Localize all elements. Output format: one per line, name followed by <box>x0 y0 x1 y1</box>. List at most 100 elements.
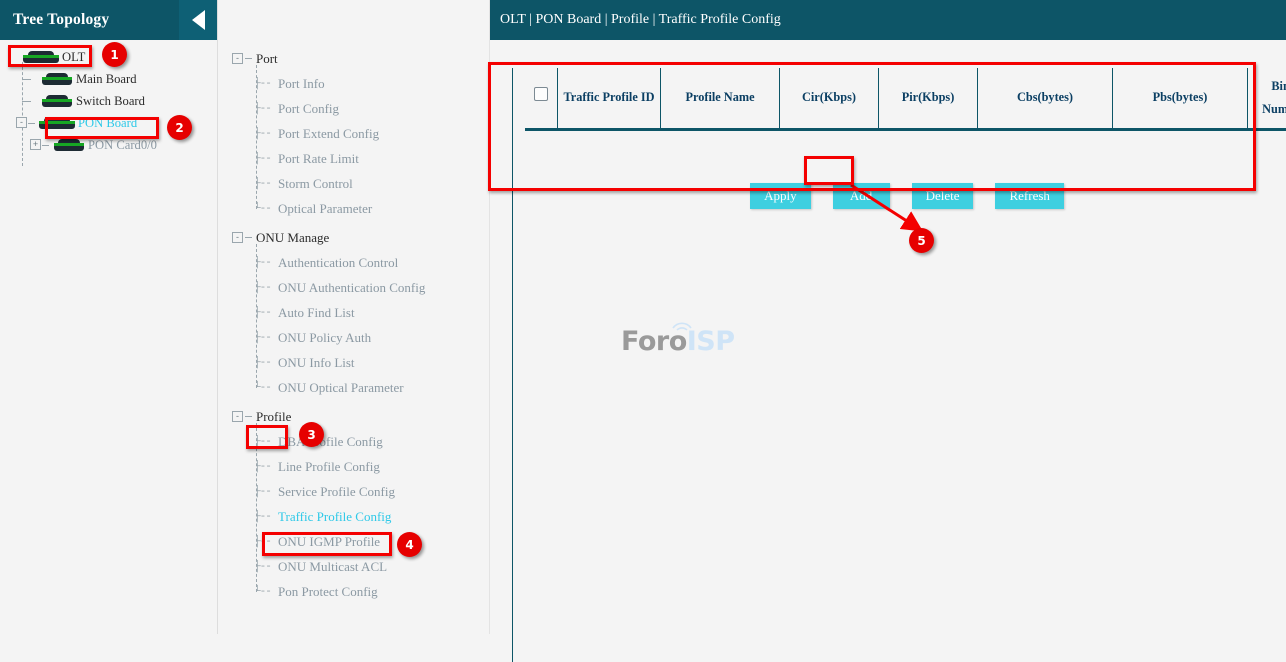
add-button[interactable]: Add <box>833 183 890 209</box>
tree-topology-body: OLT Main Board Switch Board - PON Board <box>0 40 217 156</box>
menu-item-service-profile-config[interactable]: ├--Service Profile Config <box>218 479 489 504</box>
antenna-icon <box>669 317 695 331</box>
menu-item-label: Port Extend Config <box>256 126 379 142</box>
menu-item-port-extend-config[interactable]: ├--Port Extend Config <box>218 121 489 146</box>
menu-connector <box>245 416 252 417</box>
menu-item-pon-protect-config[interactable]: └--Pon Protect Config <box>218 579 489 604</box>
navigation-menu-panel: - Port ├--Port Info ├--Port Config ├--Po… <box>218 0 490 634</box>
delete-button[interactable]: Delete <box>912 183 974 209</box>
table-empty-cell <box>525 130 1286 180</box>
menu-item-label: Service Profile Config <box>256 484 395 500</box>
tree-item-label: OLT <box>62 50 85 65</box>
menu-item-port-config[interactable]: ├--Port Config <box>218 96 489 121</box>
watermark: ForoISP <box>621 326 735 357</box>
apply-button[interactable]: Apply <box>750 183 811 209</box>
tree-connector <box>22 79 31 80</box>
column-header-pbs-bytes[interactable]: Pbs(bytes) <box>1113 68 1248 130</box>
menu-item-onu-policy-auth[interactable]: ├--ONU Policy Auth <box>218 325 489 350</box>
traffic-profile-table-wrap: Traffic Profile ID Profile Name Cir(Kbps… <box>513 68 1286 209</box>
tree-topology-header: Tree Topology <box>0 0 217 40</box>
menu-item-onu-multicast-acl[interactable]: ├--ONU Multicast ACL <box>218 554 489 579</box>
tree-item-switch-board[interactable]: Switch Board <box>0 90 217 112</box>
select-all-checkbox[interactable] <box>534 87 548 101</box>
refresh-button[interactable]: Refresh <box>995 183 1063 209</box>
menu-sublist-profile: ├--DBA Profile Config ├--Line Profile Co… <box>218 429 489 604</box>
select-all-cell <box>525 68 558 130</box>
table-head: Traffic Profile ID Profile Name Cir(Kbps… <box>525 68 1286 130</box>
column-header-cbs-bytes[interactable]: Cbs(bytes) <box>978 68 1113 130</box>
tree-item-main-board[interactable]: Main Board <box>0 68 217 90</box>
menu-group-port[interactable]: - Port <box>218 46 489 71</box>
device-icon <box>38 117 76 130</box>
menu-item-auto-find-list[interactable]: ├--Auto Find List <box>218 300 489 325</box>
menu-item-authentication-control[interactable]: ├--Authentication Control <box>218 250 489 275</box>
menu-item-line-profile-config[interactable]: ├--Line Profile Config <box>218 454 489 479</box>
menu-item-label: Port Rate Limit <box>256 151 359 167</box>
traffic-profile-table: Traffic Profile ID Profile Name Cir(Kbps… <box>525 68 1286 179</box>
chevron-left-icon[interactable] <box>179 0 217 40</box>
menu-group-label: ONU Manage <box>256 230 329 246</box>
menu-item-label: Authentication Control <box>256 255 398 271</box>
column-header-traffic-profile-id[interactable]: Traffic Profile ID <box>558 68 661 130</box>
tree-item-pon-card[interactable]: + PON Card0/0 <box>0 134 217 156</box>
watermark-text-secondary: ISP <box>687 326 735 357</box>
tree-connector <box>28 123 35 124</box>
tree-toggle-pon-board[interactable]: - <box>16 117 27 128</box>
menu-item-label: Line Profile Config <box>256 459 380 475</box>
table-header-row: Traffic Profile ID Profile Name Cir(Kbps… <box>525 68 1286 130</box>
device-icon <box>22 51 60 64</box>
tree-topology-title: Tree Topology <box>0 11 109 29</box>
tree-item-label: Switch Board <box>76 94 145 109</box>
table-body <box>525 130 1286 180</box>
tree-item-pon-board[interactable]: - PON Board <box>0 112 217 134</box>
device-icon <box>52 139 86 152</box>
menu-group-label: Port <box>256 51 278 67</box>
column-header-cir-kbps[interactable]: Cir(Kbps) <box>780 68 879 130</box>
menu-toggle-port[interactable]: - <box>232 53 243 64</box>
tree-item-label: PON Card0/0 <box>88 138 157 153</box>
menu-item-optical-parameter[interactable]: └--Optical Parameter <box>218 196 489 221</box>
tree-toggle-pon-card[interactable]: + <box>30 139 41 150</box>
breadcrumb: OLT | PON Board | Profile | Traffic Prof… <box>500 12 781 28</box>
menu-toggle-onu-manage[interactable]: - <box>232 232 243 243</box>
menu-item-onu-igmp-profile[interactable]: ├--ONU IGMP Profile <box>218 529 489 554</box>
menu-item-label: DBA Profile Config <box>256 434 383 450</box>
menu-item-storm-control[interactable]: ├--Storm Control <box>218 171 489 196</box>
content-body: Traffic Profile ID Profile Name Cir(Kbps… <box>512 68 1286 662</box>
menu-item-label: Optical Parameter <box>256 201 372 217</box>
device-icon <box>40 73 74 86</box>
menu-item-label: ONU IGMP Profile <box>256 534 380 550</box>
menu-toggle-profile[interactable]: - <box>232 411 243 422</box>
menu-item-label: ONU Optical Parameter <box>256 380 404 396</box>
menu-item-label: ONU Policy Auth <box>256 330 371 346</box>
menu-item-label: Traffic Profile Config <box>256 509 391 525</box>
menu-group-profile[interactable]: - Profile <box>218 404 489 429</box>
menu-group-label: Profile <box>256 409 291 425</box>
breadcrumb-bar: OLT | PON Board | Profile | Traffic Prof… <box>490 0 1286 40</box>
column-header-profile-name[interactable]: Profile Name <box>661 68 780 130</box>
menu-sublist-onu-manage: ├--Authentication Control ├--ONU Authent… <box>218 250 489 400</box>
content-area: OLT | PON Board | Profile | Traffic Prof… <box>490 0 1286 634</box>
menu-connector <box>245 58 252 59</box>
watermark-text-primary: Foro <box>621 326 687 357</box>
menu-item-label: Pon Protect Config <box>256 584 378 600</box>
menu-connector <box>245 237 252 238</box>
menu-item-port-rate-limit[interactable]: ├--Port Rate Limit <box>218 146 489 171</box>
menu-item-label: ONU Multicast ACL <box>256 559 387 575</box>
tree-item-label: PON Board <box>78 116 137 131</box>
menu-item-onu-authentication-config[interactable]: ├--ONU Authentication Config <box>218 275 489 300</box>
column-header-bind-number[interactable]: Bind Number <box>1248 68 1286 130</box>
menu-item-onu-info-list[interactable]: ├--ONU Info List <box>218 350 489 375</box>
menu-group-onu-manage[interactable]: - ONU Manage <box>218 225 489 250</box>
tree-topology-panel: Tree Topology OLT Main Board <box>0 0 218 634</box>
tree-connector <box>22 101 31 102</box>
column-header-pir-kbps[interactable]: Pir(Kbps) <box>879 68 978 130</box>
menu-item-onu-optical-parameter[interactable]: └--ONU Optical Parameter <box>218 375 489 400</box>
menu-item-port-info[interactable]: ├--Port Info <box>218 71 489 96</box>
menu-item-traffic-profile-config[interactable]: ├--Traffic Profile Config <box>218 504 489 529</box>
tree-connector <box>42 145 49 146</box>
device-icon <box>40 95 74 108</box>
tree-item-olt[interactable]: OLT <box>0 46 217 68</box>
menu-item-label: ONU Authentication Config <box>256 280 425 296</box>
menu-item-dba-profile-config[interactable]: ├--DBA Profile Config <box>218 429 489 454</box>
